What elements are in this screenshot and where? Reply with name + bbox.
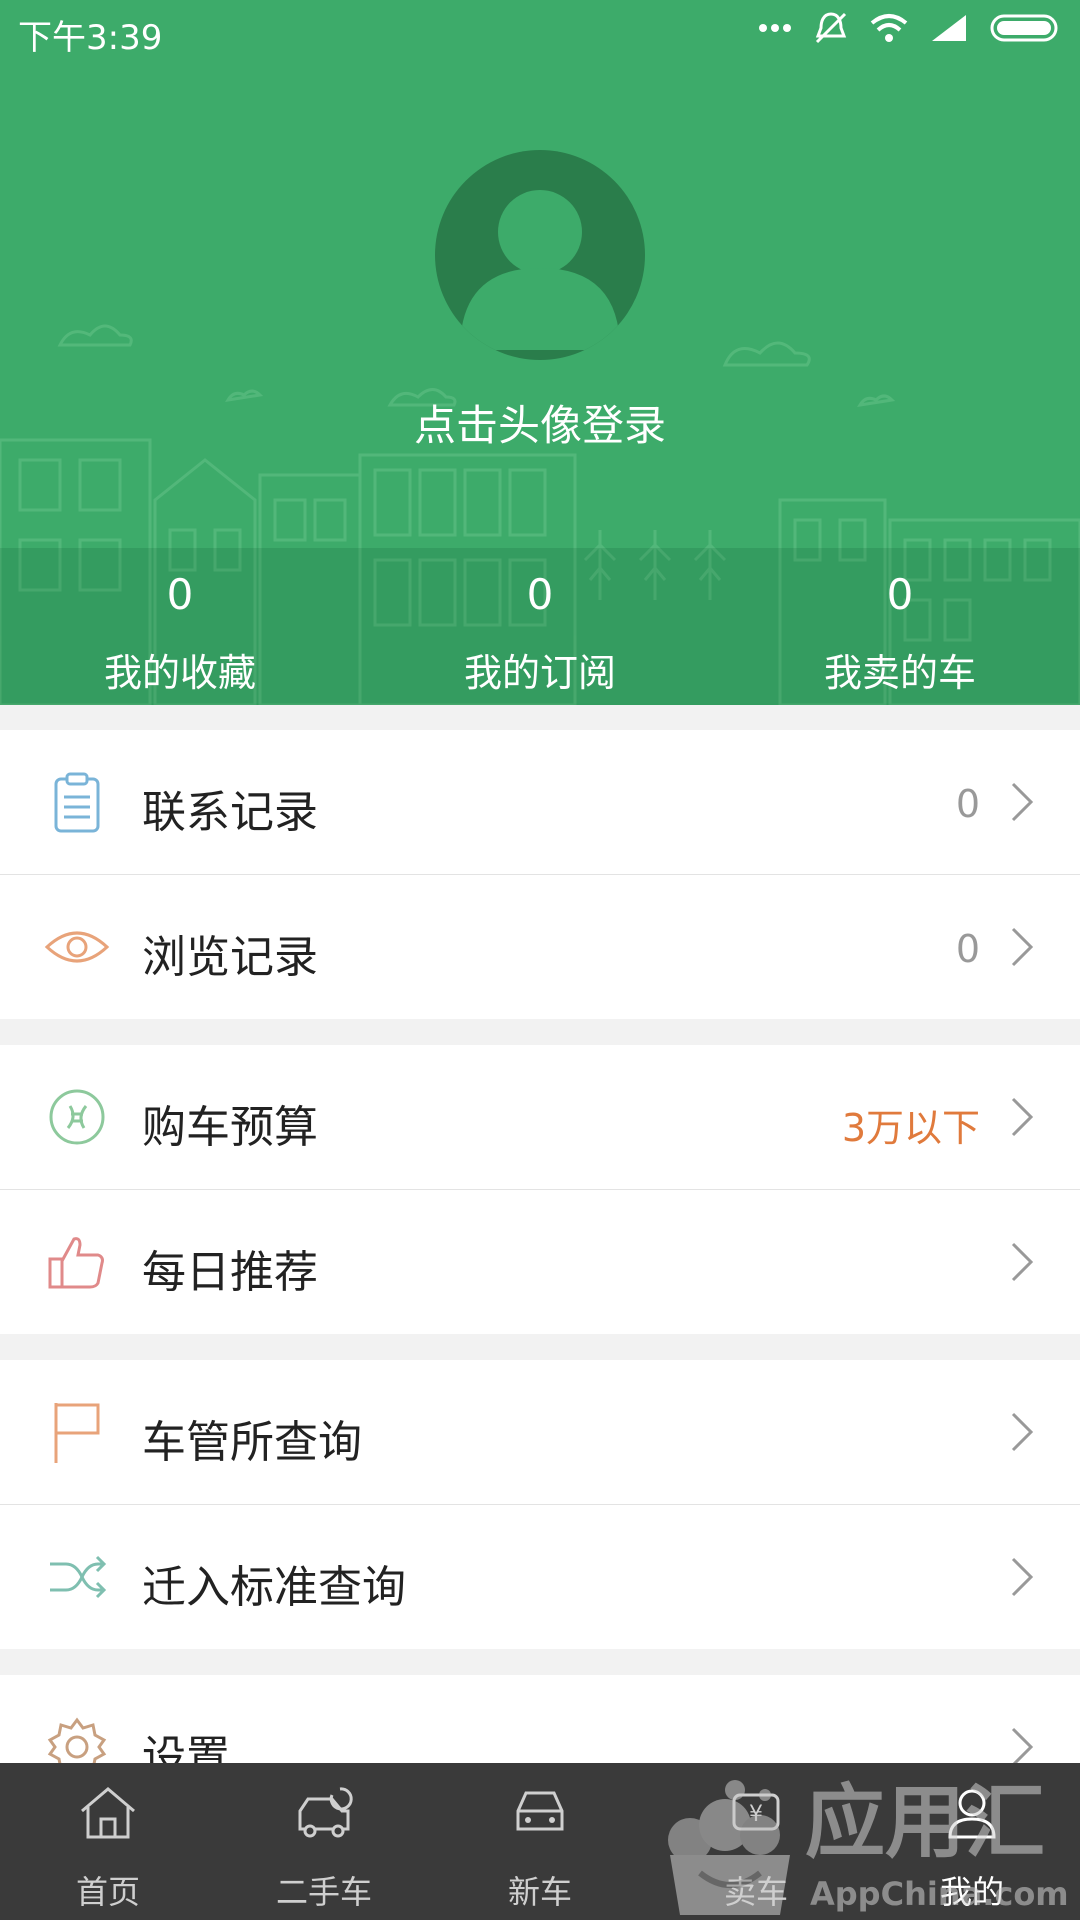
- chevron-right-icon: [1011, 1727, 1034, 1763]
- battery-icon: [990, 14, 1058, 42]
- status-bar: 下午3:39: [0, 0, 1080, 60]
- status-time: 下午3:39: [18, 18, 163, 58]
- chevron-right-icon: [1011, 1242, 1034, 1282]
- clipboard-icon: [54, 772, 100, 833]
- flag-icon: [54, 1403, 100, 1463]
- records-group: 联系记录 0 浏览记录 0: [0, 730, 1080, 1019]
- stat-label: 我卖的车: [823, 651, 976, 695]
- nav-used-car[interactable]: 二手车: [216, 1763, 432, 1920]
- login-prompt[interactable]: 点击头像登录: [0, 392, 1080, 453]
- row-label: 联系记录: [142, 787, 318, 838]
- stats-bar: 0 我的收藏 0 我的订阅 0 我卖的车: [0, 548, 1080, 705]
- chevron-right-icon: [1011, 1412, 1034, 1452]
- row-label: 迁入标准查询: [142, 1562, 406, 1613]
- stat-my-cars-for-sale[interactable]: 0 我卖的车: [720, 548, 1080, 705]
- stat-count: 0: [166, 570, 194, 619]
- nav-label: 首页: [75, 1873, 140, 1911]
- avatar[interactable]: [435, 150, 645, 360]
- settings-group: 设置: [0, 1675, 1080, 1763]
- sell-car-icon: ¥: [732, 1793, 780, 1831]
- stat-label: 我的订阅: [463, 651, 616, 695]
- row-value: 0: [955, 927, 980, 971]
- query-group: 车管所查询 迁入标准查询: [0, 1360, 1080, 1649]
- stat-favorites[interactable]: 0 我的收藏: [0, 548, 360, 705]
- new-car-icon: [516, 1791, 564, 1831]
- eye-icon: [44, 931, 110, 963]
- row-label: 浏览记录: [142, 932, 318, 983]
- browse-history-row[interactable]: 浏览记录 0: [0, 875, 1080, 1019]
- nav-sell-car[interactable]: ¥ 卖车: [648, 1763, 864, 1920]
- transfer-standard-row[interactable]: 迁入标准查询: [0, 1505, 1080, 1649]
- chevron-right-icon: [1011, 1097, 1034, 1137]
- row-value: 3万以下: [841, 1106, 980, 1150]
- shuffle-icon: [50, 1555, 107, 1599]
- row-label: 设置: [142, 1732, 230, 1763]
- row-label: 车管所查询: [142, 1417, 362, 1468]
- default-user-icon: [460, 190, 620, 350]
- budget-icon: [49, 1089, 105, 1145]
- gear-icon: [47, 1717, 107, 1763]
- chevron-right-icon: [1011, 1557, 1034, 1597]
- signal-icon: [932, 15, 966, 41]
- recommend-group: 购车预算 3万以下 每日推荐: [0, 1045, 1080, 1334]
- stat-count: 0: [526, 570, 554, 619]
- profile-icon: [948, 1789, 996, 1839]
- dmv-query-row[interactable]: 车管所查询: [0, 1360, 1080, 1505]
- used-car-icon: [298, 1787, 353, 1838]
- nav-label: 二手车: [275, 1873, 372, 1911]
- nav-profile[interactable]: 我的: [864, 1763, 1080, 1920]
- row-label: 购车预算: [142, 1102, 318, 1153]
- stat-subscriptions[interactable]: 0 我的订阅: [360, 548, 720, 705]
- daily-recommend-row[interactable]: 每日推荐: [0, 1190, 1080, 1334]
- car-budget-row[interactable]: 购车预算 3万以下: [0, 1045, 1080, 1190]
- thumbs-up-icon: [48, 1237, 104, 1289]
- svg-text:¥: ¥: [749, 1802, 763, 1827]
- row-value: 0: [955, 782, 980, 826]
- nav-label: 新车: [507, 1873, 572, 1911]
- nav-home[interactable]: 首页: [0, 1763, 216, 1920]
- nav-label: 卖车: [723, 1873, 788, 1911]
- row-label: 每日推荐: [142, 1247, 318, 1298]
- settings-row[interactable]: 设置: [0, 1675, 1080, 1763]
- nav-label: 我的: [939, 1873, 1004, 1911]
- chevron-right-icon: [1011, 782, 1034, 822]
- nav-new-car[interactable]: 新车: [432, 1763, 648, 1920]
- home-icon: [81, 1787, 135, 1839]
- profile-header: 下午3:39 点击头像登录 0 我的收藏 0 我的订阅 0 我卖的车: [0, 0, 1080, 705]
- stat-label: 我的收藏: [103, 651, 256, 695]
- bottom-nav: 首页 二手车 新车 ¥ 卖车 我的: [0, 1763, 1080, 1920]
- more-dots-icon: [759, 24, 791, 32]
- chevron-right-icon: [1011, 927, 1034, 967]
- silent-bell-icon: [815, 12, 847, 44]
- contact-records-row[interactable]: 联系记录 0: [0, 730, 1080, 875]
- stat-count: 0: [886, 570, 914, 619]
- wifi-icon: [870, 14, 908, 42]
